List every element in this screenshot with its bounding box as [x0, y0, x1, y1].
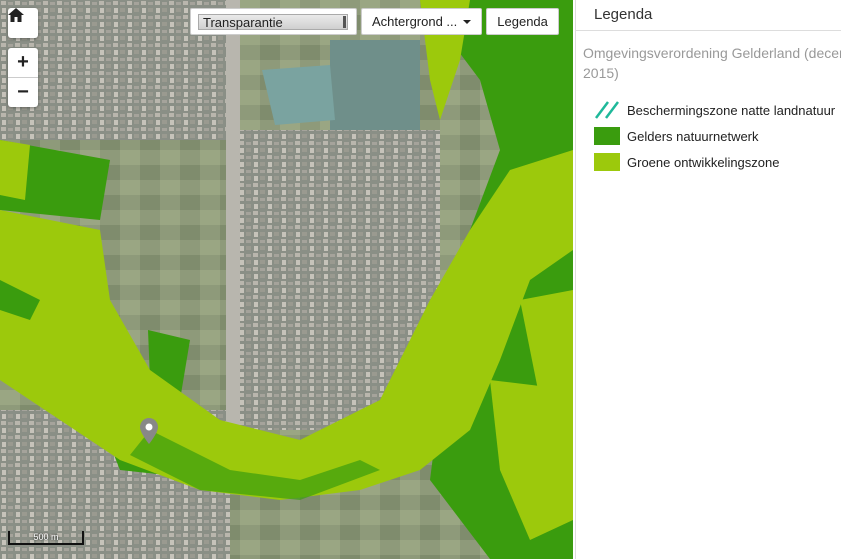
legend-panel: Legenda Omgevingsverordening Gelderland … [575, 0, 841, 559]
legend-list: Beschermingszone natte landnatuur Gelder… [576, 97, 841, 175]
legend-item: Groene ontwikkelingszone [594, 149, 841, 175]
map-marker-icon[interactable] [140, 418, 158, 444]
transparency-slider[interactable]: Transparantie [198, 13, 348, 30]
legend-item-label: Beschermingszone natte landnatuur [627, 102, 836, 118]
subtitle-line-2: 2015) [583, 65, 619, 81]
legend-panel-title: Legenda [576, 0, 841, 31]
fill-swatch-icon [594, 153, 620, 171]
transparency-control[interactable]: Transparantie [190, 8, 357, 35]
map-viewport[interactable]: + − Transparantie Achtergrond ... Legend… [0, 0, 573, 559]
legend-item: Gelders natuurnetwerk [594, 123, 841, 149]
subtitle-line-1: Omgevingsverordening Gelderland (decem [583, 45, 841, 61]
slider-handle[interactable] [343, 15, 346, 28]
map-toolbar: Transparantie Achtergrond ... Legenda [190, 8, 559, 36]
home-icon [8, 8, 24, 22]
background-label: Achtergrond ... [372, 14, 458, 29]
hatch-swatch-icon [595, 101, 619, 119]
zoom-out-button[interactable]: − [8, 77, 38, 107]
legend-item-label: Gelders natuurnetwerk [627, 128, 759, 144]
scale-bar: 500 m [8, 531, 84, 545]
transparency-label: Transparantie [203, 14, 283, 30]
zoom-control: + − [8, 48, 38, 107]
background-dropdown[interactable]: Achtergrond ... [361, 8, 483, 35]
legend-item: Beschermingszone natte landnatuur [594, 97, 841, 123]
legend-item-label: Groene ontwikkelingszone [627, 154, 780, 170]
legend-button-label: Legenda [497, 14, 548, 29]
legend-panel-subtitle: Omgevingsverordening Gelderland (decem 2… [576, 31, 841, 83]
fill-swatch-icon [594, 127, 620, 145]
home-button[interactable] [8, 8, 38, 38]
map-canvas [0, 0, 573, 559]
zoom-in-button[interactable]: + [8, 48, 38, 77]
caret-down-icon [463, 19, 472, 24]
legend-button[interactable]: Legenda [486, 8, 559, 35]
